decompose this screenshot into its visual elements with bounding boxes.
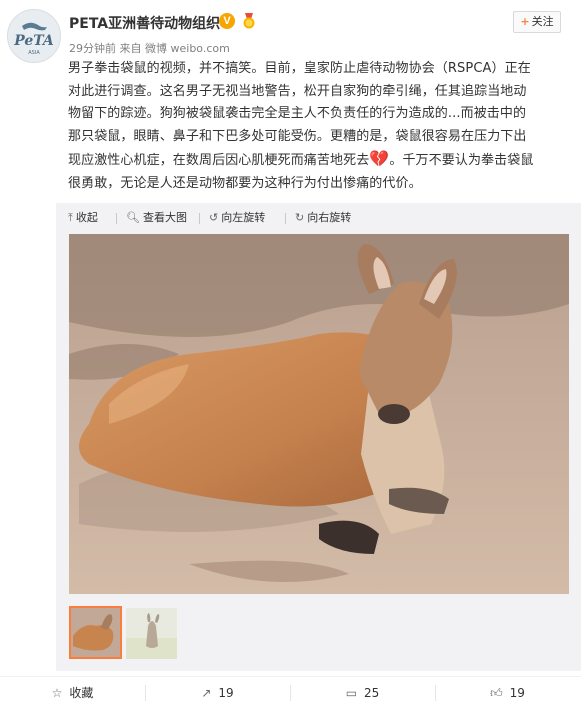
kangaroo-photo[interactable] — [69, 234, 569, 594]
like-button[interactable]: 👍︎ 19 — [435, 677, 580, 709]
star-icon: ☆ — [51, 686, 63, 700]
post-meta: 29分钟前 来自 微博 weibo.com — [69, 40, 230, 56]
follow-label: 关注 — [531, 15, 554, 28]
favorite-button[interactable]: ☆ 收藏 — [0, 677, 145, 709]
repost-icon: ↗ — [201, 686, 212, 700]
view-large-button[interactable]: 🔍︎ 查看大图 — [126, 208, 187, 228]
verified-badge-icon[interactable]: V — [219, 13, 235, 29]
avatar-logo-subtext: ASIA — [28, 50, 40, 56]
rotate-right-button[interactable]: ↻ 向右旋转 — [295, 208, 351, 228]
post-text-line: 对此进行调查。这名男子无视当地警告，松开自家狗的牵引绳，任其追踪当地动 — [68, 83, 527, 99]
toolbar-divider — [285, 213, 286, 224]
post-text-line: 那只袋鼠，眼睛、鼻子和下巴多处可能受伤。更糟的是，袋鼠很容易在压力下出 — [68, 128, 527, 144]
collapse-label: 收起 — [75, 211, 98, 224]
magnifier-icon: 🔍︎ — [126, 211, 140, 224]
toolbar-divider — [199, 213, 200, 224]
thumbnail-image — [126, 608, 177, 659]
post-text-segment: 现应激性心机症，在数周后因心肌梗死而痛苦地死去 — [68, 153, 370, 168]
rotate-right-icon: ↻ — [295, 211, 305, 224]
post-source[interactable]: 微博 weibo.com — [145, 42, 230, 55]
collapse-button[interactable]: ⤒ 收起 — [68, 208, 98, 228]
post-text-line: 物留下的踪迹。狗狗被袋鼠袭击完全是主人不负责任的行为造成的...而被击中的 — [68, 106, 527, 121]
thumbnail-2[interactable] — [126, 608, 177, 659]
rotate-left-button[interactable]: ↺ 向左旋转 — [209, 208, 265, 228]
comment-icon: ▭ — [345, 686, 358, 700]
post-time[interactable]: 29分钟前 — [69, 42, 116, 55]
repost-button[interactable]: ↗ 19 — [145, 677, 290, 709]
rotate-right-label: 向右旋转 — [307, 211, 352, 224]
avatar-logo-text: PeTA — [13, 33, 54, 49]
favorite-label: 收藏 — [69, 686, 94, 700]
comment-button[interactable]: ▭ 25 — [290, 677, 435, 709]
weibo-post-card: PeTA ASIA PETA亚洲善待动物组织 V 29分钟前 来自 微博 wei… — [0, 0, 581, 718]
rotate-left-icon: ↺ — [209, 211, 219, 224]
author-avatar[interactable]: PeTA ASIA — [7, 9, 61, 63]
rotate-left-label: 向左旋转 — [221, 211, 266, 224]
plus-icon: + — [520, 15, 530, 28]
broken-heart-icon: 💔 — [369, 149, 390, 168]
thumbs-up-icon: 👍︎ — [490, 686, 503, 700]
post-text-segment: 。千万不要认为拳击袋鼠 — [389, 153, 534, 168]
author-name[interactable]: PETA亚洲善待动物组织 — [69, 13, 220, 33]
comment-count: 25 — [364, 686, 380, 700]
toolbar-divider — [116, 213, 117, 224]
post-text-line-with-emoji: 现应激性心机症，在数周后因心肌梗死而痛苦地死去💔。千万不要认为拳击袋鼠 — [68, 148, 570, 173]
thumbnail-1-selected[interactable] — [69, 606, 122, 659]
thumbnail-image — [71, 608, 120, 657]
post-body: 男子拳击袋鼠的视频，并不搞笑。目前，皇家防止虐待动物协会（RSPCA）正在 对此… — [68, 58, 570, 195]
arrow-up-icon: ⤒ — [68, 211, 73, 224]
view-large-label: 查看大图 — [142, 211, 187, 224]
peta-logo-icon: PeTA ASIA — [8, 10, 60, 62]
like-count: 19 — [509, 686, 525, 700]
source-prefix: 来自 — [119, 42, 142, 55]
repost-count: 19 — [218, 686, 234, 700]
action-bar: ☆ 收藏 ↗ 19 ▭ 25 👍︎ 19 — [0, 676, 581, 719]
follow-button[interactable]: + 关注 — [513, 11, 561, 33]
post-text-line: 很勇敢，无论是人还是动物都要为这种行为付出惨痛的代价。 — [68, 175, 422, 191]
medal-icon[interactable] — [240, 12, 258, 30]
kangaroo-image — [69, 234, 569, 594]
post-text-line: 男子拳击袋鼠的视频，并不搞笑。目前，皇家防止虐待动物协会（RSPCA）正在 — [68, 61, 531, 76]
